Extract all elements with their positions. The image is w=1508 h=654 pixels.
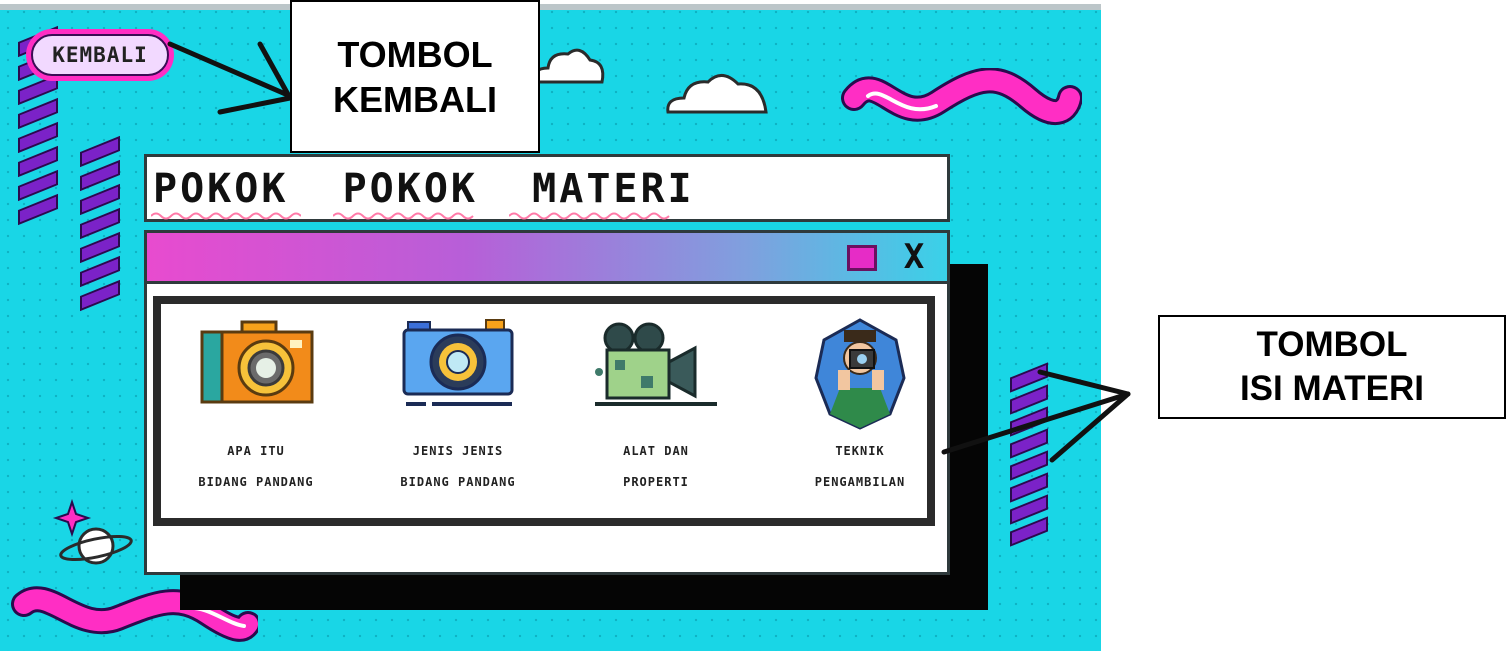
annotation-topic-buttons: TOMBOL ISI MATERI xyxy=(1158,315,1506,419)
annotation-back-button: TOMBOL KEMBALI xyxy=(290,0,540,153)
